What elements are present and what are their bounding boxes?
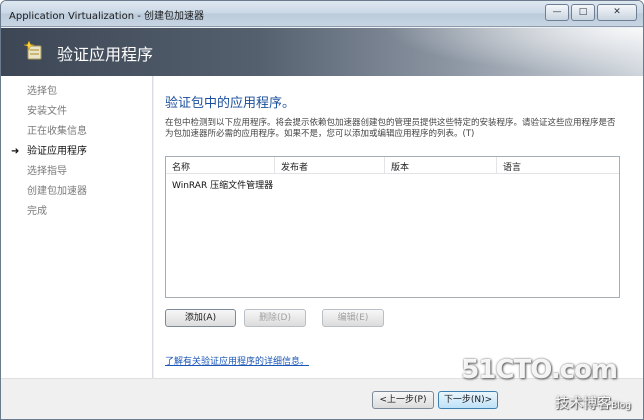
- next-button[interactable]: 下一步(N)>: [438, 391, 498, 409]
- remove-button[interactable]: 删除(D): [244, 309, 306, 327]
- cell-name: WinRAR 压缩文件管理器: [172, 181, 274, 191]
- column-divider[interactable]: [274, 157, 275, 174]
- wizard-step-item: 创建包加速器: [1, 182, 152, 202]
- wizard-step-item: 正在收集信息: [1, 122, 152, 142]
- header-banner: 验证应用程序: [1, 28, 643, 76]
- wizard-step-label: 验证应用程序: [27, 146, 87, 157]
- title-bar[interactable]: Application Virtualization - 创建包加速器 — □ …: [1, 1, 643, 27]
- wizard-step-list: 选择包安装文件正在收集信息 ➜ 验证应用程序 选择指导创建包加速器 完成: [1, 76, 153, 378]
- list-header: 名称 发布者 版本 语言: [166, 157, 619, 174]
- site-watermark: 51CTO.com 技术博客Blog: [461, 355, 637, 417]
- caption-buttons: — □ ✕: [545, 4, 637, 21]
- maximize-icon: □: [578, 7, 588, 17]
- table-row[interactable]: WinRAR 压缩文件管理器: [166, 176, 619, 192]
- wizard-step-label: 创建包加速器: [27, 186, 87, 197]
- wizard-step-item: 完成: [1, 202, 152, 222]
- watermark-blog: 技术博客Blog: [555, 393, 631, 413]
- wizard-step-label: 安装文件: [27, 106, 67, 117]
- column-header-language[interactable]: 语言: [503, 160, 521, 173]
- section-heading: 验证包中的应用程序。: [165, 96, 296, 111]
- back-button[interactable]: <上一步(P): [372, 391, 434, 409]
- page-title: 验证应用程序: [57, 45, 154, 64]
- close-icon: ✕: [613, 7, 621, 17]
- wizard-step-item: 选择包: [1, 82, 152, 102]
- wizard-step-item: ➜ 验证应用程序: [1, 142, 152, 162]
- main-panel: 验证包中的应用程序。 在包中检测到以下应用程序。将会提示依赖包加速器创建包的管理…: [154, 76, 643, 378]
- column-divider[interactable]: [496, 157, 497, 174]
- watermark-suffix: Blog: [611, 401, 631, 411]
- help-link[interactable]: 了解有关验证应用程序的详细信息。: [165, 354, 309, 367]
- edit-button[interactable]: 编辑(E): [322, 309, 384, 327]
- instructions-text: 在包中检测到以下应用程序。将会提示依赖包加速器创建包的管理员提供这些特定的安装程…: [165, 118, 616, 139]
- banner-highlight: [383, 28, 643, 76]
- maximize-button[interactable]: □: [571, 4, 595, 21]
- current-step-arrow-icon: ➜: [11, 146, 20, 157]
- close-button[interactable]: ✕: [597, 4, 637, 21]
- column-header-name[interactable]: 名称: [172, 160, 190, 173]
- wizard-step-item: 选择指导: [1, 162, 152, 182]
- wizard-step-label: 正在收集信息: [27, 126, 87, 137]
- column-header-publisher[interactable]: 发布者: [281, 160, 308, 173]
- column-header-version[interactable]: 版本: [391, 160, 409, 173]
- window-title: Application Virtualization - 创建包加速器: [9, 11, 205, 22]
- wizard-step-label: 完成: [27, 206, 47, 217]
- wizard-step-label: 选择指导: [27, 166, 67, 177]
- watermark-site: 51CTO.com: [461, 355, 618, 385]
- add-button[interactable]: 添加(A): [165, 309, 236, 327]
- minimize-button[interactable]: —: [545, 4, 569, 21]
- wizard-sparkle-icon: [23, 40, 42, 60]
- column-divider[interactable]: [384, 157, 385, 174]
- wizard-step-item: 安装文件: [1, 102, 152, 122]
- wizard-step-label: 选择包: [27, 86, 57, 97]
- applications-list[interactable]: 名称 发布者 版本 语言 WinRAR 压缩文件管理器: [165, 156, 620, 298]
- watermark-line2: 技术博客: [555, 396, 612, 412]
- minimize-icon: —: [552, 7, 562, 17]
- app-window: Application Virtualization - 创建包加速器 — □ …: [0, 0, 644, 420]
